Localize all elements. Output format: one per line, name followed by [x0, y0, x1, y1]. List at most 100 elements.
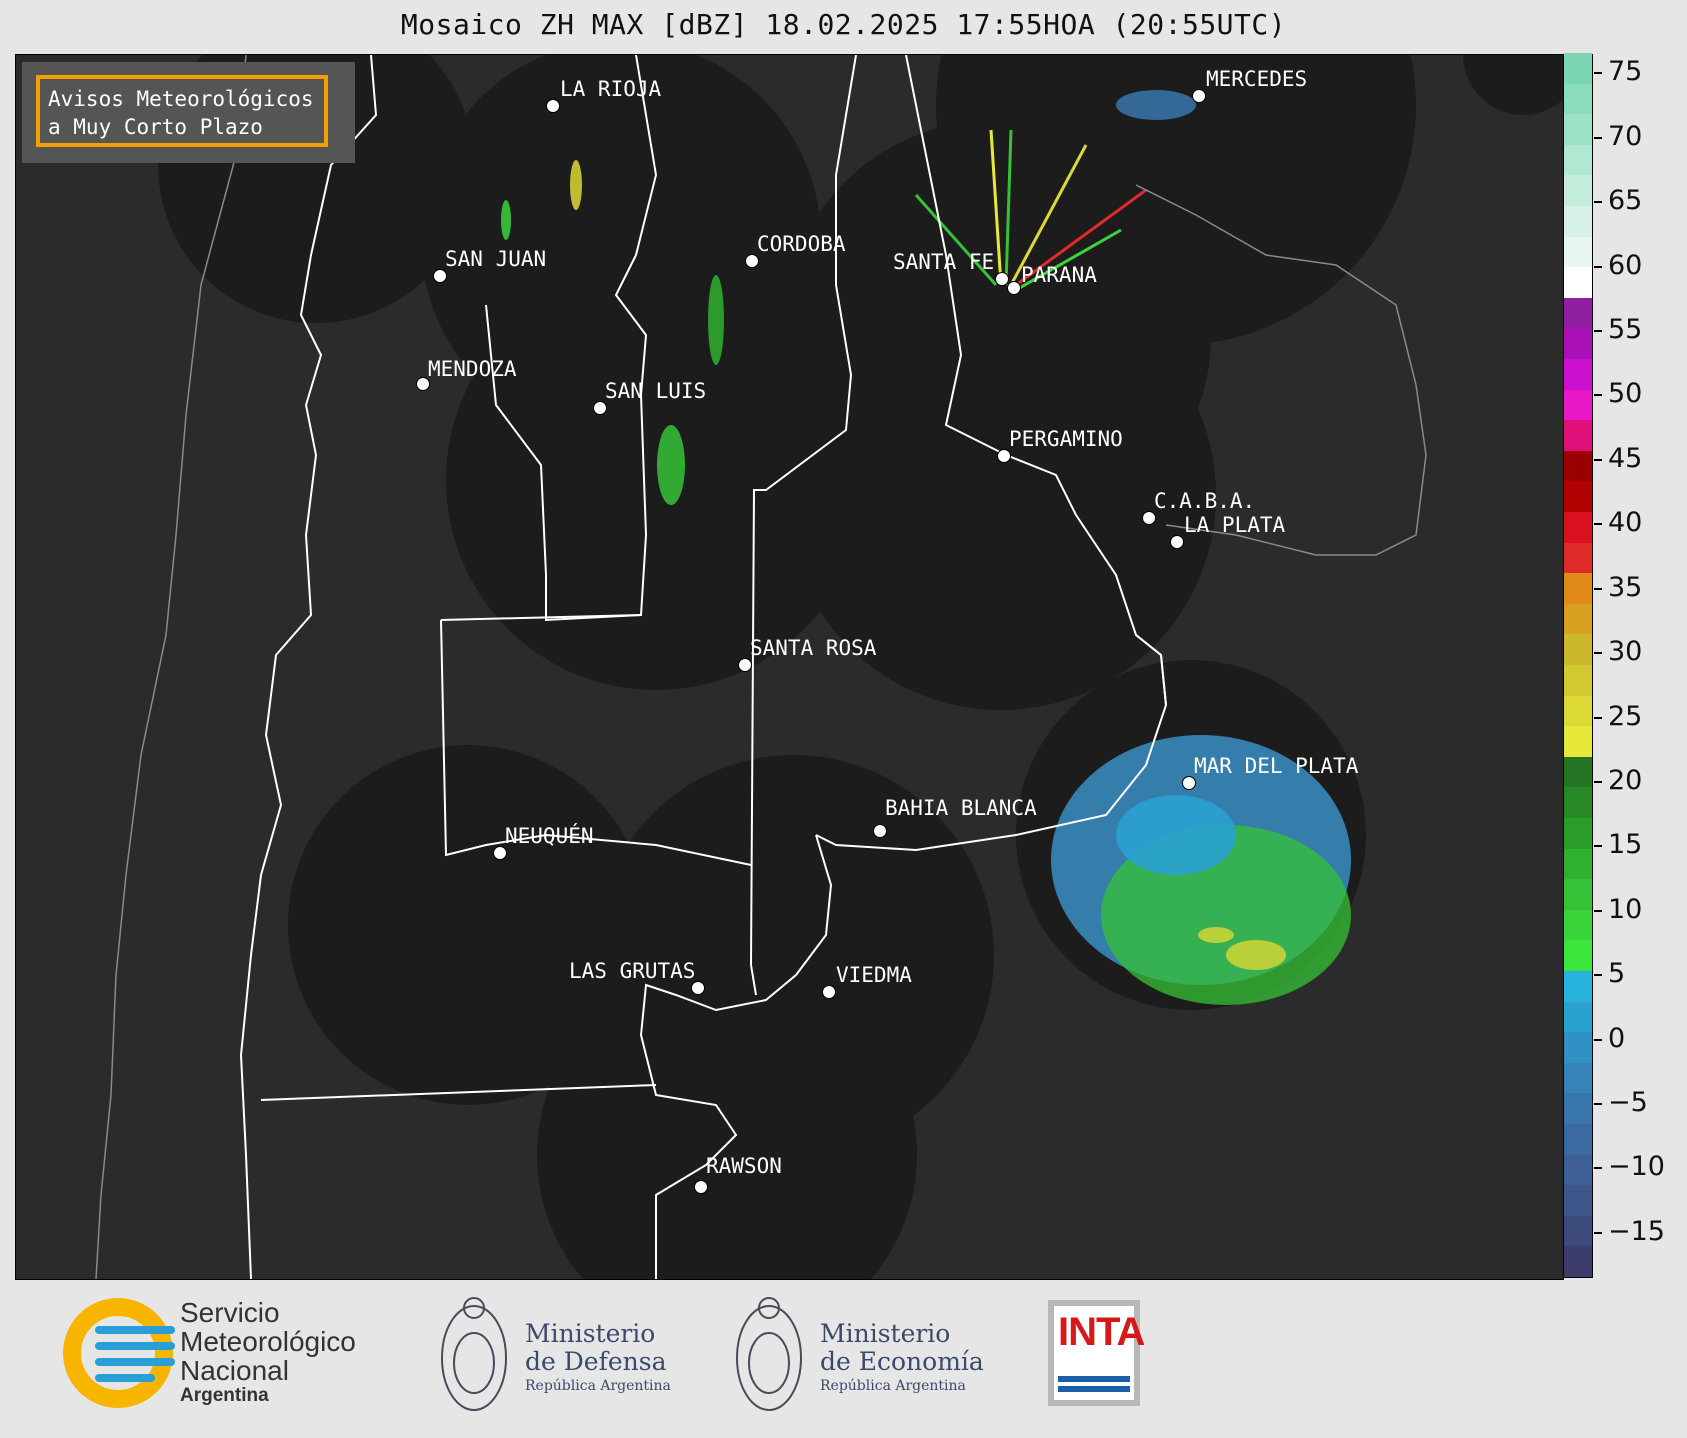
city-label: RAWSON [706, 1154, 782, 1178]
colorbar-segment [1564, 603, 1592, 635]
city-label: LA PLATA [1184, 513, 1286, 537]
economia-line-2: de Economía [820, 1347, 984, 1376]
defensa-crest-icon [441, 1297, 507, 1411]
defensa-line-1: Ministerio [525, 1319, 656, 1348]
colorbar-segment [1564, 327, 1592, 359]
city-marker [1007, 281, 1021, 295]
defensa-line-3: República Argentina [525, 1378, 671, 1394]
city-label: MAR DEL PLATA [1194, 754, 1359, 778]
city-marker [822, 985, 836, 999]
colorbar-segment [1564, 817, 1592, 849]
colorbar-tick [1594, 845, 1602, 848]
colorbar [1563, 52, 1593, 1278]
warning-label: Avisos Meteorológicos a Muy Corto Plazo [36, 75, 328, 147]
colorbar-segment [1564, 52, 1592, 84]
smn-line-3: Nacional [180, 1355, 289, 1386]
colorbar-tick-label: −5 [1608, 1087, 1648, 1119]
colorbar-segment [1564, 1123, 1592, 1155]
colorbar-segment [1564, 1062, 1592, 1094]
colorbar-segment [1564, 1245, 1592, 1277]
economia-line-1: Ministerio [820, 1319, 951, 1348]
economia-name: Ministerio de Economía República Argenti… [820, 1320, 984, 1396]
colorbar-segment [1564, 1031, 1592, 1063]
city-label: SANTA FE [893, 250, 995, 274]
city-label: PARANA [1021, 263, 1097, 287]
colorbar-tick [1594, 523, 1602, 526]
colorbar-tick [1594, 1038, 1602, 1041]
city-label: BAHIA BLANCA [885, 796, 1037, 820]
economia-line-3: República Argentina [820, 1378, 966, 1394]
city-label: MERCEDES [1206, 67, 1308, 91]
radar-map: LA RIOJA MERCEDES SAN JUAN CORDOBA SANTA FE P… [15, 54, 1564, 1280]
smn-line-4: Argentina [180, 1385, 269, 1406]
colorbar-segment [1564, 572, 1592, 604]
city-label: SANTA ROSA [750, 636, 877, 660]
city-marker [493, 846, 507, 860]
colorbar-segment [1564, 695, 1592, 727]
colorbar-tick [1594, 909, 1602, 912]
city-label: LA RIOJA [560, 77, 662, 101]
colorbar-tick [1594, 716, 1602, 719]
city-label: MENDOZA [428, 357, 517, 381]
defensa-line-2: de Defensa [525, 1347, 667, 1376]
colorbar-segment [1564, 144, 1592, 176]
economia-crest-icon [736, 1297, 802, 1411]
colorbar-segment [1564, 419, 1592, 451]
colorbar-segment [1564, 511, 1592, 543]
colorbar-segment [1564, 878, 1592, 910]
colorbar-tick-label: 20 [1608, 764, 1643, 796]
colorbar-tick-label: 25 [1608, 700, 1643, 732]
city-marker [873, 824, 887, 838]
colorbar-tick [1594, 1231, 1602, 1234]
colorbar-tick-label: 70 [1608, 120, 1643, 152]
colorbar-segment [1564, 297, 1592, 329]
colorbar-tick [1594, 1167, 1602, 1170]
colorbar-segment [1564, 1184, 1592, 1216]
colorbar-segment [1564, 909, 1592, 941]
smn-line-2: Meteorológico [180, 1326, 356, 1357]
colorbar-segment [1564, 236, 1592, 268]
colorbar-tick [1594, 265, 1602, 268]
logos-footer: Servicio Meteorológico Nacional Argentin… [0, 1278, 1687, 1438]
colorbar-segment [1564, 1154, 1592, 1186]
colorbar-segment [1564, 1215, 1592, 1247]
colorbar-tick-label: 35 [1608, 571, 1643, 603]
city-marker [738, 658, 752, 672]
city-label: SAN LUIS [605, 379, 707, 403]
colorbar-segment [1564, 205, 1592, 237]
colorbar-tick-label: 15 [1608, 829, 1643, 861]
colorbar-tick-label: 55 [1608, 314, 1643, 345]
colorbar-tick-label: 10 [1608, 893, 1643, 925]
colorbar-tick-label: 0 [1608, 1022, 1626, 1054]
city-marker [546, 99, 560, 113]
smn-name: Servicio Meteorológico Nacional Argentin… [180, 1298, 356, 1407]
colorbar-segment [1564, 848, 1592, 880]
colorbar-tick-label: 65 [1608, 185, 1643, 217]
city-marker [694, 1180, 708, 1194]
colorbar-segment [1564, 725, 1592, 757]
city-marker [691, 981, 705, 995]
colorbar-tick [1594, 780, 1602, 783]
colorbar-tick-label: 45 [1608, 442, 1643, 474]
map-title: Mosaico ZH MAX [dBZ] 18.02.2025 17:55HOA… [400, 8, 1287, 41]
colorbar-tick-label: −10 [1608, 1151, 1665, 1183]
city-marker [1192, 89, 1206, 103]
colorbar-tick-label: 50 [1608, 378, 1643, 410]
city-label: LAS GRUTAS [569, 959, 696, 983]
colorbar-tick [1594, 1103, 1602, 1106]
colorbar-segment [1564, 83, 1592, 115]
city-marker [593, 401, 607, 415]
colorbar-tick-label: −15 [1608, 1215, 1665, 1247]
city-label: NEUQUÉN [505, 824, 594, 848]
colorbar-segment [1564, 939, 1592, 971]
colorbar-tick [1594, 330, 1602, 332]
colorbar-segment [1564, 664, 1592, 696]
colorbar-tick [1594, 201, 1602, 204]
city-marker [745, 254, 759, 268]
colorbar-tick [1594, 458, 1602, 461]
colorbar-tick [1594, 136, 1602, 139]
warning-line-2: a Muy Corto Plazo [48, 115, 263, 139]
colorbar-segment [1564, 389, 1592, 421]
city-label: C.A.B.A. [1154, 489, 1256, 513]
colorbar-segment [1564, 542, 1592, 574]
